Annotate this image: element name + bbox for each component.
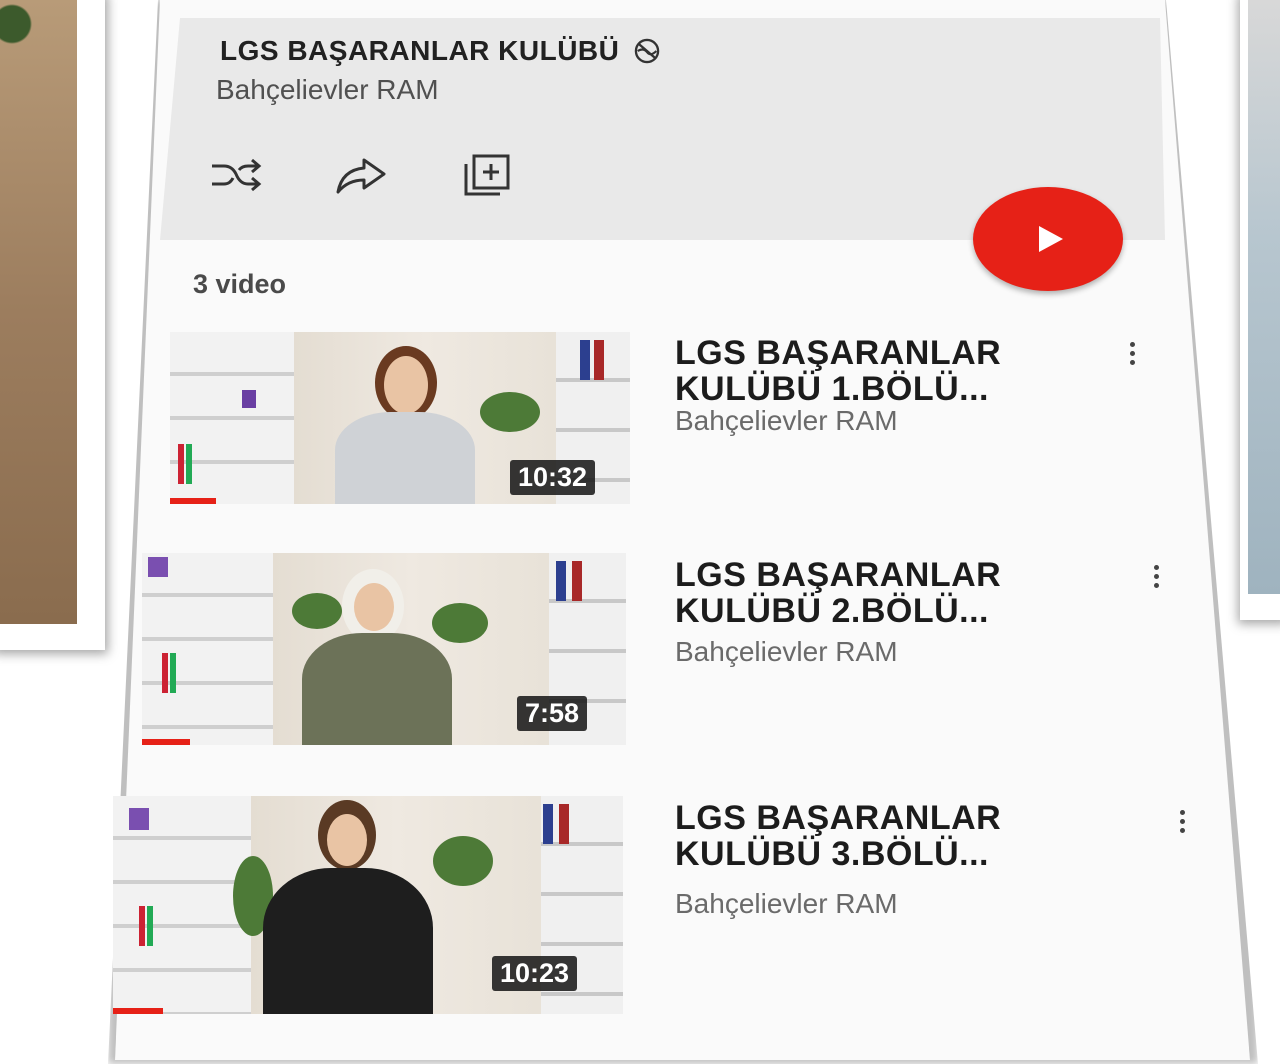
add-to-library-icon (464, 154, 510, 196)
playlist-title: LGS BAŞARANLAR KULÜBÜ (220, 35, 661, 67)
shuffle-button[interactable] (208, 150, 262, 200)
left-photo (0, 0, 77, 624)
video-title-line: KULÜBÜ 3.BÖLÜ... (675, 835, 989, 873)
playlist-title-text: LGS BAŞARANLAR KULÜBÜ (220, 35, 620, 66)
watch-progress (170, 498, 216, 504)
video-title-1[interactable]: LGS BAŞARANLAR KULÜBÜ 1.BÖLÜ... (675, 335, 1001, 407)
video-duration: 7:58 (517, 696, 588, 731)
shuffle-icon (212, 158, 262, 192)
video-count: 3 video (193, 269, 287, 299)
more-options-icon[interactable] (1152, 565, 1160, 593)
video-duration: 10:23 (492, 956, 578, 991)
video-channel[interactable]: Bahçelievler RAM (675, 888, 898, 920)
more-options-icon[interactable] (1128, 342, 1136, 370)
right-photo (1248, 0, 1280, 594)
video-title-line: KULÜBÜ 2.BÖLÜ... (675, 592, 989, 630)
globe-icon (635, 38, 660, 64)
video-title-line: LGS BAŞARANLAR (675, 799, 1002, 837)
play-all-button[interactable] (973, 187, 1123, 291)
more-options-icon[interactable] (1178, 810, 1186, 838)
video-channel[interactable]: Bahçelievler RAM (675, 636, 898, 668)
video-title-line: LGS BAŞARANLAR (675, 334, 1002, 372)
video-title-3[interactable]: LGS BAŞARANLAR KULÜBÜ 3.BÖLÜ... (675, 800, 1001, 872)
watch-progress (113, 1008, 163, 1014)
playlist-owner[interactable]: Bahçelievler RAM (216, 74, 439, 106)
video-duration: 10:32 (510, 460, 596, 495)
video-channel[interactable]: Bahçelievler RAM (675, 405, 898, 437)
watch-progress (142, 739, 190, 745)
left-photo-card (0, 0, 105, 650)
video-title-2[interactable]: LGS BAŞARANLAR KULÜBÜ 2.BÖLÜ... (675, 557, 1001, 629)
video-title-line: KULÜBÜ 1.BÖLÜ... (675, 370, 989, 408)
share-icon (336, 158, 386, 194)
share-button[interactable] (334, 150, 388, 200)
save-playlist-button[interactable] (460, 150, 514, 200)
video-title-line: LGS BAŞARANLAR (675, 556, 1002, 594)
playlist-actions (208, 150, 514, 200)
right-photo-card (1240, 0, 1280, 620)
play-icon (1039, 226, 1063, 252)
